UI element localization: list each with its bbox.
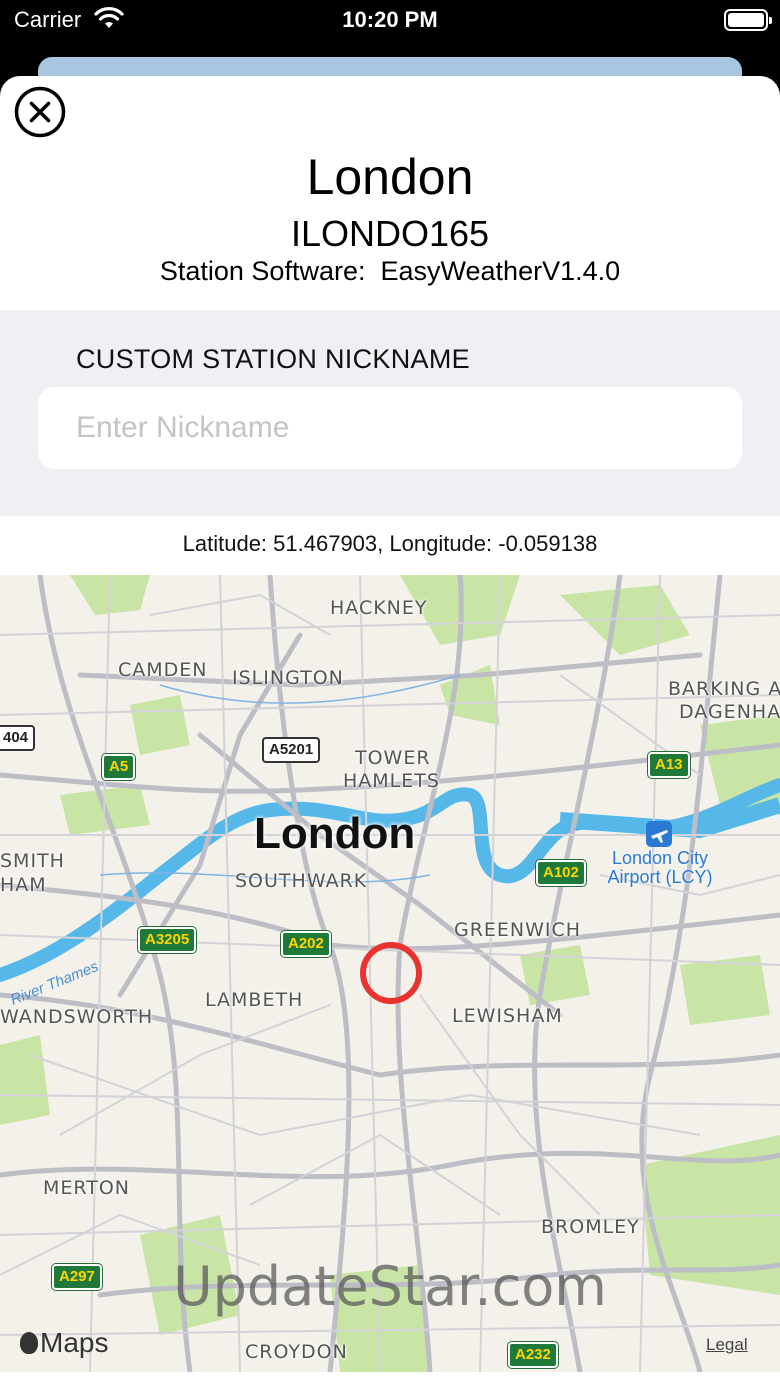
software-value: EasyWeatherV1.4.0 [380,256,621,286]
road-badge-404: 404 [0,725,36,751]
nickname-header: CUSTOM STATION NICKNAME [76,344,470,374]
legal-link[interactable]: Legal [706,1335,748,1355]
status-bar: Carrier 10:20 PM [0,0,780,44]
map-label-bromley: BROMLEY [541,1216,640,1238]
apple-icon [20,1332,38,1354]
road-badge-a3205: A3205 [138,927,197,953]
road-badge-a13: A13 [648,752,690,778]
coordinates-label: Latitude: 51.467903, Longitude: -0.05913… [182,531,598,556]
map-label-lewisham: LEWISHAM [452,1005,563,1027]
road-badge-a5201: A5201 [262,737,321,763]
road-badge-a202: A202 [281,931,331,957]
station-detail-sheet: London ILONDO165 Station Software: EasyW… [0,76,780,1387]
airport-label-line2: Airport (LCY) [607,867,713,887]
station-location-marker[interactable] [360,942,422,1004]
station-name: London [306,149,474,205]
map-label-dagenham: DAGENHAM [679,701,780,723]
nickname-section: CUSTOM STATION NICKNAME [0,310,780,516]
map-label-croydon: CROYDON [245,1341,348,1363]
nickname-input[interactable] [38,387,742,469]
station-id: ILONDO165 [290,213,490,254]
map-label-tower: TOWER [355,747,431,769]
map-label-ham: HAM [0,874,47,896]
map-label-smith: SMITH [0,850,65,872]
map-label-merton: MERTON [43,1177,130,1199]
map-label-southwark: SOUTHWARK [235,870,368,892]
road-badge-a102: A102 [536,860,586,886]
map-label-camden: CAMDEN [118,659,208,681]
airport-label: London City Airport (LCY) [600,849,720,887]
road-badge-a5: A5 [102,754,136,780]
close-button[interactable] [14,86,66,138]
map-label-lambeth: LAMBETH [205,989,304,1011]
station-software: Station Software: EasyWeatherV1.4.0 [0,256,780,287]
map-label-greenwich: GREENWICH [454,919,582,941]
station-map[interactable]: HACKNEY CAMDEN ISLINGTON TOWER HAMLETS B… [0,575,780,1372]
close-icon [14,86,66,138]
map-label-barking: BARKING AN [668,678,780,700]
watermark: UpdateStar.com [173,1255,607,1318]
map-label-islington: ISLINGTON [232,667,344,689]
road-badge-a232: A232 [508,1342,558,1368]
maps-brand-text: Maps [40,1327,109,1358]
battery-icon [724,9,772,31]
map-city-label: London [254,809,416,858]
software-label: Station Software: [159,256,366,286]
apple-maps-logo: Maps [20,1327,108,1359]
map-label-wandsworth: WANDSWORTH [0,1006,154,1028]
map-label-hamlets: HAMLETS [343,770,440,792]
map-label-hackney: HACKNEY [330,597,428,619]
clock: 10:20 PM [342,7,438,32]
airport-label-line1: London City [611,848,709,868]
